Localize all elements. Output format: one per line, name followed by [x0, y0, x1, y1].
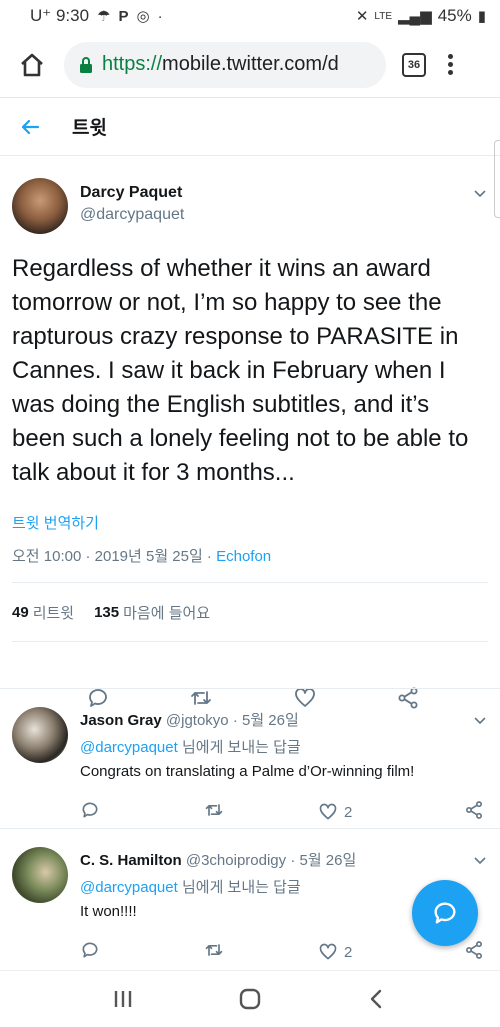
retweet-count[interactable]: 49 — [12, 604, 29, 621]
like-button[interactable]: 2 — [318, 942, 352, 962]
carrier-time: U⁺ 9:30 — [30, 6, 90, 25]
page-title: 트윗 — [72, 118, 107, 139]
retweet-button[interactable] — [204, 940, 228, 964]
tweet-stats: 49 리트윗 135 마음에 들어요 — [12, 583, 488, 641]
reply-author-handle[interactable]: @jgtokyo — [166, 712, 229, 729]
share-button[interactable] — [464, 800, 488, 824]
tweet-text: Regardless of whether it wins an award t… — [12, 255, 469, 486]
status-bar: U⁺ 9:30 ☂ P ◎ · ✕ LTE ▂▄▆ 45% ▮ — [0, 0, 500, 32]
chrome-icon: ◎ — [136, 8, 150, 25]
signal-icon: ▂▄▆ — [398, 8, 432, 25]
chevron-down-icon[interactable] — [472, 853, 488, 869]
back-nav-button[interactable] — [362, 984, 392, 1014]
reply-actions: 2 — [80, 800, 488, 824]
share-icon — [466, 941, 482, 959]
reply-mention-link[interactable]: @darcypaquet — [80, 879, 178, 896]
chevron-down-icon[interactable] — [472, 186, 488, 202]
more-notifications-icon: · — [157, 7, 163, 25]
reply-to-suffix: 님에게 보내는 답글 — [177, 879, 301, 896]
author-handle[interactable]: @darcypaquet — [80, 206, 184, 224]
home-button[interactable] — [14, 47, 50, 83]
retweet-icon — [205, 804, 223, 816]
reply-to-suffix: 님에게 보내는 답글 — [177, 739, 301, 756]
avatar[interactable] — [12, 847, 68, 903]
heart-icon — [319, 803, 337, 820]
menu-dot — [447, 54, 453, 59]
reply-header: C. S. Hamilton @3choiprodigy · 5월 26일 — [80, 849, 488, 870]
address-bar[interactable]: https://mobile.twitter.com/d — [64, 41, 386, 88]
battery-icon: ▮ — [477, 8, 486, 25]
avatar[interactable] — [12, 707, 68, 763]
home-icon — [21, 53, 43, 76]
tweet-timestamp: 오전 10:00 · 2019년 5월 25일 · Echofon — [12, 545, 488, 566]
like-count[interactable]: 135 — [94, 604, 119, 621]
like-count: 2 — [344, 943, 353, 961]
reply-button[interactable] — [80, 800, 104, 824]
pinterest-icon: P — [118, 7, 129, 25]
compose-icon — [434, 902, 456, 924]
retweet-icon — [205, 944, 223, 956]
reply-to-line: @darcypaquet 님에게 보내는 답글 — [80, 736, 488, 757]
compose-tweet-button[interactable] — [412, 880, 478, 946]
battery-level: 45% — [437, 6, 472, 25]
reply-date: · 5월 26일 — [286, 852, 357, 869]
back-arrow-icon[interactable] — [18, 115, 42, 139]
reply-author-handle[interactable]: @3choiprodigy — [186, 852, 286, 869]
avatar[interactable] — [12, 178, 68, 234]
share-icon — [466, 801, 482, 819]
share-button[interactable] — [464, 940, 488, 964]
browser-menu-button[interactable] — [440, 50, 460, 80]
reply-header: Jason Gray @jgtokyo · 5월 26일 — [80, 709, 488, 730]
network-type: LTE — [374, 10, 392, 22]
reply-mention-link[interactable]: @darcypaquet — [80, 739, 178, 756]
reply-tweet[interactable]: Jason Gray @jgtokyo · 5월 26일 @darcypaque… — [0, 688, 500, 828]
url-scheme: https:// — [102, 53, 163, 75]
source-app-link[interactable]: Echofon — [216, 548, 271, 565]
timestamp-text: 오전 10:00 · 2019년 5월 25일 · — [12, 548, 217, 565]
like-button[interactable]: 2 — [318, 802, 352, 822]
lock-icon — [78, 56, 94, 74]
chevron-down-icon[interactable] — [472, 713, 488, 729]
home-circle-icon — [239, 988, 261, 1010]
reply-author-name[interactable]: Jason Gray — [80, 712, 162, 729]
like-label[interactable]: 마음에 들어요 — [123, 602, 210, 623]
main-tweet: Darcy Paquet @darcypaquet Regardless of … — [0, 156, 500, 754]
notification-icon: ☂ — [97, 8, 111, 25]
heart-icon — [319, 943, 337, 960]
reply-actions: 2 — [80, 940, 488, 964]
author-name[interactable]: Darcy Paquet — [80, 184, 184, 202]
reply-author-name[interactable]: C. S. Hamilton — [80, 852, 182, 869]
recent-apps-button[interactable] — [108, 984, 138, 1014]
reply-date: · 5월 26일 — [228, 712, 299, 729]
reply-text: Congrats on translating a Palme d’Or-win… — [80, 763, 415, 780]
reply-icon — [82, 802, 98, 818]
recent-apps-icon — [115, 991, 132, 1007]
page-header: 트윗 — [0, 98, 500, 156]
system-navigation-bar — [0, 970, 500, 1027]
url-text: mobile.twitter.com/d — [162, 53, 339, 75]
reply-button[interactable] — [80, 940, 104, 964]
home-nav-button[interactable] — [235, 984, 265, 1014]
browser-toolbar: https://mobile.twitter.com/d 36 — [0, 32, 500, 98]
retweet-label[interactable]: 리트윗 — [33, 602, 74, 623]
mute-icon: ✕ — [355, 8, 369, 25]
back-chevron-icon — [370, 989, 381, 1009]
reply-icon — [82, 942, 98, 958]
tweet-author-row: Darcy Paquet @darcypaquet — [12, 156, 488, 234]
menu-dot — [447, 70, 453, 75]
like-count: 2 — [344, 803, 353, 821]
tab-switcher-button[interactable]: 36 — [402, 52, 426, 77]
translate-tweet-link[interactable]: 트윗 번역하기 — [12, 512, 488, 533]
menu-dot — [447, 62, 453, 67]
retweet-button[interactable] — [204, 800, 228, 824]
